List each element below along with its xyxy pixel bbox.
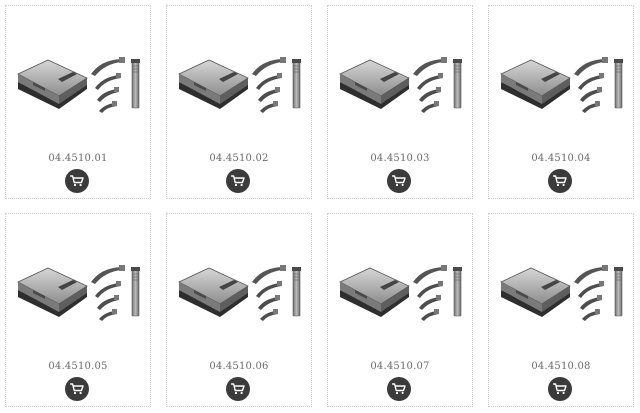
cart-icon [231,383,245,395]
cart-icon [70,383,84,395]
cart-icon [70,175,84,187]
laryngoscope-set-image[interactable] [498,52,626,114]
product-code: 04.4510.01 [48,153,108,164]
laryngoscope-set-image[interactable] [15,260,143,322]
product-card[interactable]: 04.4510.06 [166,213,312,407]
product-card[interactable]: 04.4510.05 [5,213,151,407]
add-to-cart-button[interactable] [65,377,89,401]
add-to-cart-button[interactable] [548,377,572,401]
add-to-cart-button[interactable] [387,377,411,401]
laryngoscope-set-image[interactable] [337,52,465,114]
product-code: 04.4510.02 [209,153,269,164]
product-code: 04.4510.05 [48,361,108,372]
product-grid: 04.4510.01 04.4510.02 04.4510.03 04.4510… [0,0,640,413]
product-card[interactable]: 04.4510.07 [327,213,473,407]
cart-icon [231,175,245,187]
add-to-cart-button[interactable] [387,169,411,193]
product-card[interactable]: 04.4510.02 [166,5,312,199]
product-code: 04.4510.08 [531,361,591,372]
product-code: 04.4510.04 [531,153,591,164]
add-to-cart-button[interactable] [226,377,250,401]
product-card[interactable]: 04.4510.01 [5,5,151,199]
laryngoscope-set-image[interactable] [15,52,143,114]
cart-icon [553,175,567,187]
laryngoscope-set-image[interactable] [498,260,626,322]
cart-icon [553,383,567,395]
product-code: 04.4510.06 [209,361,269,372]
product-card[interactable]: 04.4510.04 [488,5,634,199]
add-to-cart-button[interactable] [226,169,250,193]
product-card[interactable]: 04.4510.08 [488,213,634,407]
product-code: 04.4510.07 [370,361,430,372]
product-code: 04.4510.03 [370,153,430,164]
add-to-cart-button[interactable] [65,169,89,193]
laryngoscope-set-image[interactable] [176,52,304,114]
cart-icon [392,383,406,395]
laryngoscope-set-image[interactable] [176,260,304,322]
product-card[interactable]: 04.4510.03 [327,5,473,199]
laryngoscope-set-image[interactable] [337,260,465,322]
cart-icon [392,175,406,187]
add-to-cart-button[interactable] [548,169,572,193]
